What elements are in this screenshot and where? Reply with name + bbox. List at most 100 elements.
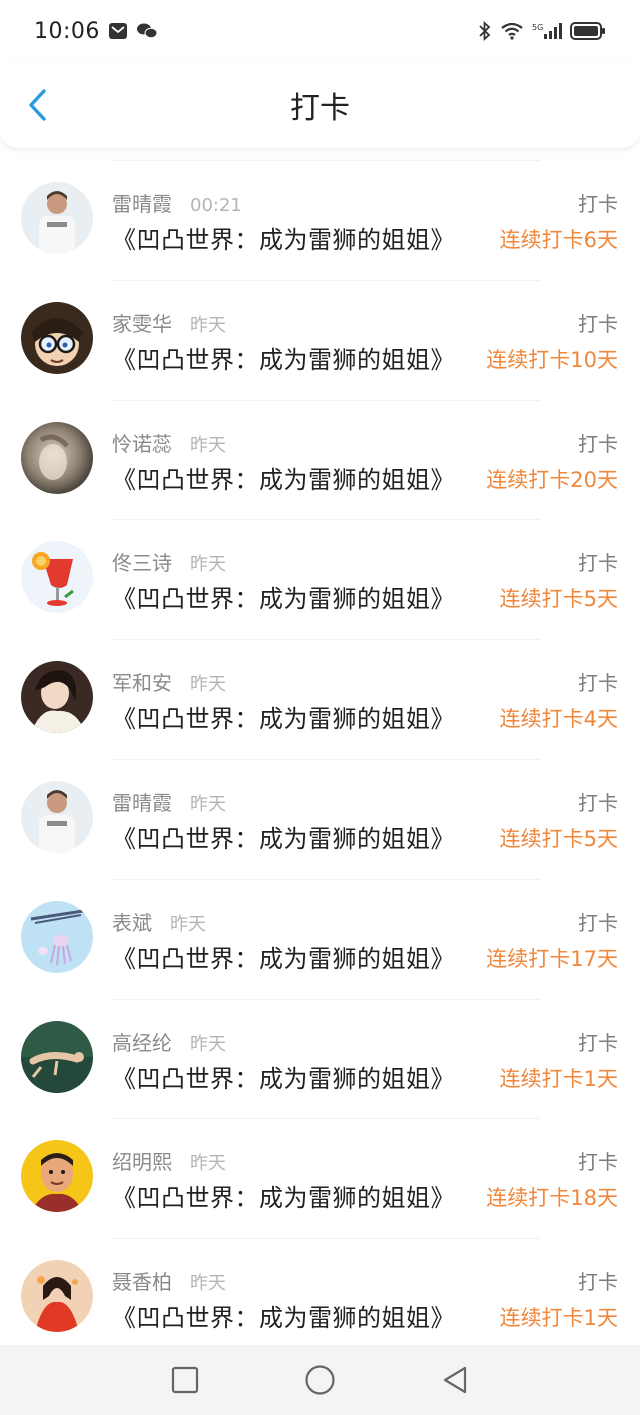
svg-text:5G: 5G bbox=[532, 23, 543, 32]
list-item[interactable]: 表斌 昨天 《凹凸世界：成为雷狮的姐姐》 打卡 连续打卡17天 bbox=[0, 878, 640, 999]
avatar[interactable] bbox=[21, 541, 93, 614]
book-title[interactable]: 《凹凸世界：成为雷狮的姐姐》 bbox=[112, 699, 455, 734]
wifi-icon bbox=[500, 22, 524, 40]
user-name[interactable]: 佟三诗 bbox=[112, 547, 172, 576]
divider bbox=[110, 160, 540, 161]
user-name[interactable]: 表斌 bbox=[112, 907, 152, 936]
streak-label: 连续打卡5天 bbox=[499, 826, 618, 851]
streak-label: 连续打卡18天 bbox=[486, 1186, 618, 1211]
item-meta: 军和安 昨天 bbox=[112, 667, 226, 696]
mail-icon bbox=[108, 22, 128, 40]
status-right: 5G bbox=[478, 21, 606, 41]
avatar[interactable] bbox=[21, 1260, 93, 1333]
timestamp: 昨天 bbox=[190, 434, 226, 456]
book-title[interactable]: 《凹凸世界：成为雷狮的姐姐》 bbox=[112, 1059, 455, 1094]
item-meta: 家雯华 昨天 bbox=[112, 308, 226, 337]
user-name[interactable]: 军和安 bbox=[112, 667, 172, 696]
avatar[interactable] bbox=[21, 301, 93, 374]
checkin-label: 打卡 bbox=[578, 1270, 618, 1295]
timestamp: 昨天 bbox=[190, 1153, 226, 1175]
checkin-label: 打卡 bbox=[578, 192, 618, 216]
book-title[interactable]: 《凹凸世界：成为雷狮的姐姐》 bbox=[112, 819, 455, 854]
divider bbox=[110, 1118, 540, 1120]
streak-label: 连续打卡1天 bbox=[499, 1066, 618, 1091]
streak-label: 连续打卡5天 bbox=[499, 587, 618, 612]
streak-label: 连续打卡20天 bbox=[486, 467, 618, 492]
list-item[interactable]: 高经纶 昨天 《凹凸世界：成为雷狮的姐姐》 打卡 连续打卡1天 bbox=[0, 998, 640, 1119]
list-item[interactable]: 雷晴霞 00:21 《凹凸世界：成为雷狮的姐姐》 打卡 连续打卡6天 bbox=[0, 160, 640, 280]
item-meta: 怜诺蕊 昨天 bbox=[112, 428, 226, 457]
list-item[interactable]: 雷晴霞 昨天 《凹凸世界：成为雷狮的姐姐》 打卡 连续打卡5天 bbox=[0, 758, 640, 879]
book-title[interactable]: 《凹凸世界：成为雷狮的姐姐》 bbox=[112, 460, 455, 495]
list-item[interactable]: 军和安 昨天 《凹凸世界：成为雷狮的姐姐》 打卡 连续打卡4天 bbox=[0, 639, 640, 759]
timestamp: 昨天 bbox=[190, 314, 226, 336]
back-nav-button[interactable] bbox=[435, 1360, 475, 1400]
divider bbox=[110, 758, 540, 760]
list-item[interactable]: 佟三诗 昨天 《凹凸世界：成为雷狮的姐姐》 打卡 连续打卡5天 bbox=[0, 519, 640, 639]
battery-icon bbox=[570, 22, 606, 40]
checkin-label: 打卡 bbox=[578, 551, 618, 576]
divider bbox=[110, 399, 540, 401]
divider bbox=[110, 998, 540, 1000]
divider bbox=[110, 878, 540, 880]
avatar[interactable] bbox=[21, 182, 93, 254]
item-meta: 雷晴霞 00:21 bbox=[112, 188, 242, 217]
avatar[interactable] bbox=[21, 780, 93, 853]
streak-label: 连续打卡6天 bbox=[499, 228, 618, 252]
status-left: 10:06 bbox=[34, 19, 158, 44]
user-name[interactable]: 怜诺蕊 bbox=[112, 428, 172, 457]
list-item[interactable]: 怜诺蕊 昨天 《凹凸世界：成为雷狮的姐姐》 打卡 连续打卡20天 bbox=[0, 399, 640, 520]
avatar[interactable] bbox=[21, 421, 93, 494]
checkin-label: 打卡 bbox=[578, 1150, 618, 1175]
book-title[interactable]: 《凹凸世界：成为雷狮的姐姐》 bbox=[112, 579, 455, 614]
book-title[interactable]: 《凹凸世界：成为雷狮的姐姐》 bbox=[112, 1178, 455, 1213]
streak-label: 连续打卡17天 bbox=[486, 946, 618, 971]
user-name[interactable]: 绍明熙 bbox=[112, 1146, 172, 1175]
home-button[interactable] bbox=[300, 1360, 340, 1400]
avatar[interactable] bbox=[21, 661, 93, 734]
status-time: 10:06 bbox=[34, 18, 100, 44]
timestamp: 昨天 bbox=[170, 913, 206, 935]
chevron-left-icon bbox=[29, 89, 46, 121]
timestamp: 昨天 bbox=[190, 1273, 226, 1295]
timestamp: 昨天 bbox=[190, 674, 226, 696]
user-name[interactable]: 高经纶 bbox=[112, 1027, 172, 1056]
user-name[interactable]: 雷晴霞 bbox=[112, 787, 172, 816]
streak-label: 连续打卡4天 bbox=[499, 707, 618, 732]
triangle-back-icon bbox=[443, 1366, 467, 1394]
checkin-label: 打卡 bbox=[578, 311, 618, 336]
recents-button[interactable] bbox=[165, 1360, 205, 1400]
status-bar: 10:06 5G bbox=[0, 0, 640, 62]
wechat-icon bbox=[136, 22, 158, 40]
book-title[interactable]: 《凹凸世界：成为雷狮的姐姐》 bbox=[112, 1298, 455, 1333]
checkin-label: 打卡 bbox=[578, 1030, 618, 1055]
header-bar: 打卡 bbox=[0, 62, 640, 148]
checkin-list: 雷晴霞 00:21 《凹凸世界：成为雷狮的姐姐》 打卡 连续打卡6天 家雯华 昨… bbox=[0, 160, 640, 1345]
timestamp: 昨天 bbox=[190, 554, 226, 576]
book-title[interactable]: 《凹凸世界：成为雷狮的姐姐》 bbox=[112, 340, 455, 375]
item-meta: 表斌 昨天 bbox=[112, 907, 206, 936]
divider bbox=[110, 639, 540, 641]
book-title[interactable]: 《凹凸世界：成为雷狮的姐姐》 bbox=[112, 939, 455, 974]
checkin-label: 打卡 bbox=[578, 431, 618, 456]
divider bbox=[110, 279, 540, 281]
streak-label: 连续打卡1天 bbox=[499, 1306, 618, 1331]
checkin-label: 打卡 bbox=[578, 671, 618, 696]
user-name[interactable]: 聂香柏 bbox=[112, 1266, 172, 1295]
book-title[interactable]: 《凹凸世界：成为雷狮的姐姐》 bbox=[112, 220, 455, 255]
user-name[interactable]: 家雯华 bbox=[112, 308, 172, 337]
list-item[interactable]: 绍明熙 昨天 《凹凸世界：成为雷狮的姐姐》 打卡 连续打卡18天 bbox=[0, 1118, 640, 1238]
page-title: 打卡 bbox=[290, 91, 350, 126]
back-button[interactable] bbox=[20, 83, 54, 127]
avatar[interactable] bbox=[21, 900, 93, 973]
avatar[interactable] bbox=[21, 1140, 93, 1213]
timestamp: 昨天 bbox=[190, 793, 226, 815]
list-item[interactable]: 家雯华 昨天 《凹凸世界：成为雷狮的姐姐》 打卡 连续打卡10天 bbox=[0, 279, 640, 400]
user-name[interactable]: 雷晴霞 bbox=[112, 188, 172, 217]
square-icon bbox=[171, 1366, 199, 1394]
streak-label: 连续打卡10天 bbox=[486, 347, 618, 372]
avatar[interactable] bbox=[21, 1020, 93, 1093]
divider bbox=[110, 519, 540, 521]
list-item[interactable]: 聂香柏 昨天 《凹凸世界：成为雷狮的姐姐》 打卡 连续打卡1天 bbox=[0, 1238, 640, 1345]
bluetooth-icon bbox=[478, 21, 492, 41]
